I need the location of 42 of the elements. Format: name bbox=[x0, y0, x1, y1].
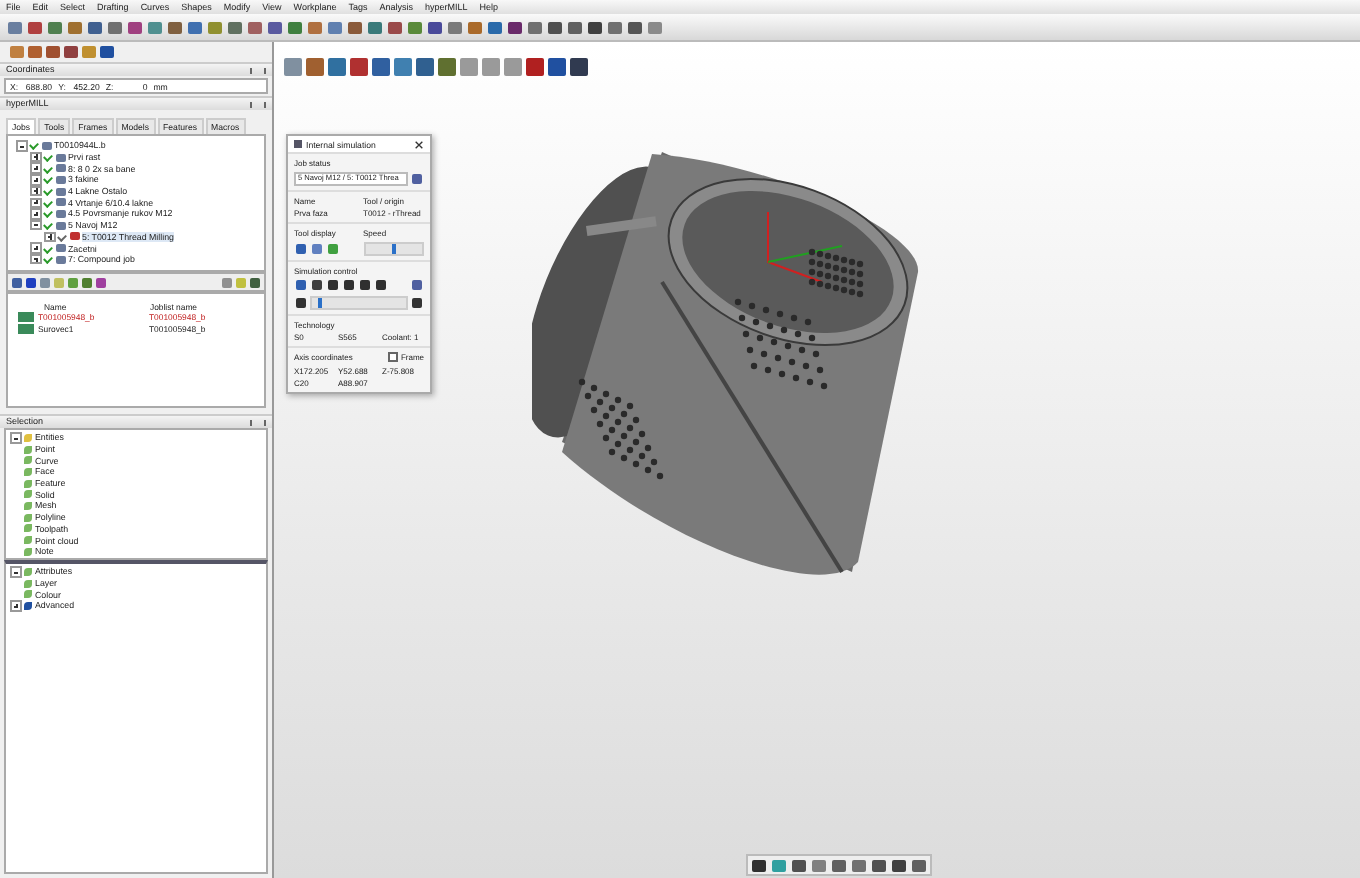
toolbar-button[interactable] bbox=[414, 56, 434, 78]
check-icon[interactable] bbox=[43, 174, 53, 185]
check-icon[interactable] bbox=[43, 254, 53, 265]
pin-icon[interactable] bbox=[250, 67, 266, 73]
expander-icon[interactable] bbox=[30, 185, 41, 197]
check-icon[interactable] bbox=[43, 209, 53, 219]
toolbar-button[interactable] bbox=[410, 278, 424, 292]
check-icon[interactable] bbox=[29, 140, 39, 151]
toolbar-button[interactable] bbox=[436, 56, 456, 78]
step-back-button[interactable] bbox=[294, 295, 308, 309]
close-icon[interactable] bbox=[414, 139, 424, 149]
step-forward-button[interactable] bbox=[410, 295, 424, 309]
expander-icon[interactable] bbox=[44, 231, 55, 243]
expander-icon[interactable] bbox=[30, 151, 41, 163]
expander-icon[interactable] bbox=[30, 219, 41, 231]
toolbar-button[interactable] bbox=[370, 56, 390, 78]
speed-slider-thumb[interactable] bbox=[391, 243, 396, 253]
expander-icon[interactable] bbox=[30, 197, 41, 209]
window-icon bbox=[294, 140, 302, 148]
pin-icon[interactable] bbox=[250, 419, 266, 425]
toolbar-button[interactable] bbox=[410, 171, 424, 185]
expander-icon[interactable] bbox=[10, 600, 21, 612]
toolbar-button[interactable] bbox=[546, 56, 566, 78]
check-icon[interactable] bbox=[43, 220, 53, 231]
pin-icon[interactable] bbox=[250, 101, 266, 107]
expander-icon[interactable] bbox=[30, 253, 41, 265]
check-icon[interactable] bbox=[43, 186, 53, 197]
expander-icon[interactable] bbox=[30, 174, 41, 186]
expander-icon[interactable] bbox=[10, 566, 21, 578]
toolbar-button[interactable] bbox=[304, 56, 324, 78]
toolbar-button[interactable] bbox=[326, 56, 346, 78]
toolbar-button[interactable] bbox=[348, 56, 368, 78]
3d-viewport[interactable] bbox=[274, 42, 1360, 878]
expander-icon[interactable] bbox=[30, 162, 41, 174]
toolbar-button[interactable] bbox=[524, 56, 544, 78]
expander-icon[interactable] bbox=[16, 140, 27, 152]
expander-icon[interactable] bbox=[10, 432, 21, 444]
progress-slider-thumb[interactable] bbox=[317, 297, 322, 307]
frame-checkbox[interactable] bbox=[388, 352, 399, 362]
expander-icon[interactable] bbox=[30, 242, 41, 254]
expander-icon[interactable] bbox=[30, 208, 41, 220]
toolbar-button[interactable] bbox=[568, 56, 588, 78]
